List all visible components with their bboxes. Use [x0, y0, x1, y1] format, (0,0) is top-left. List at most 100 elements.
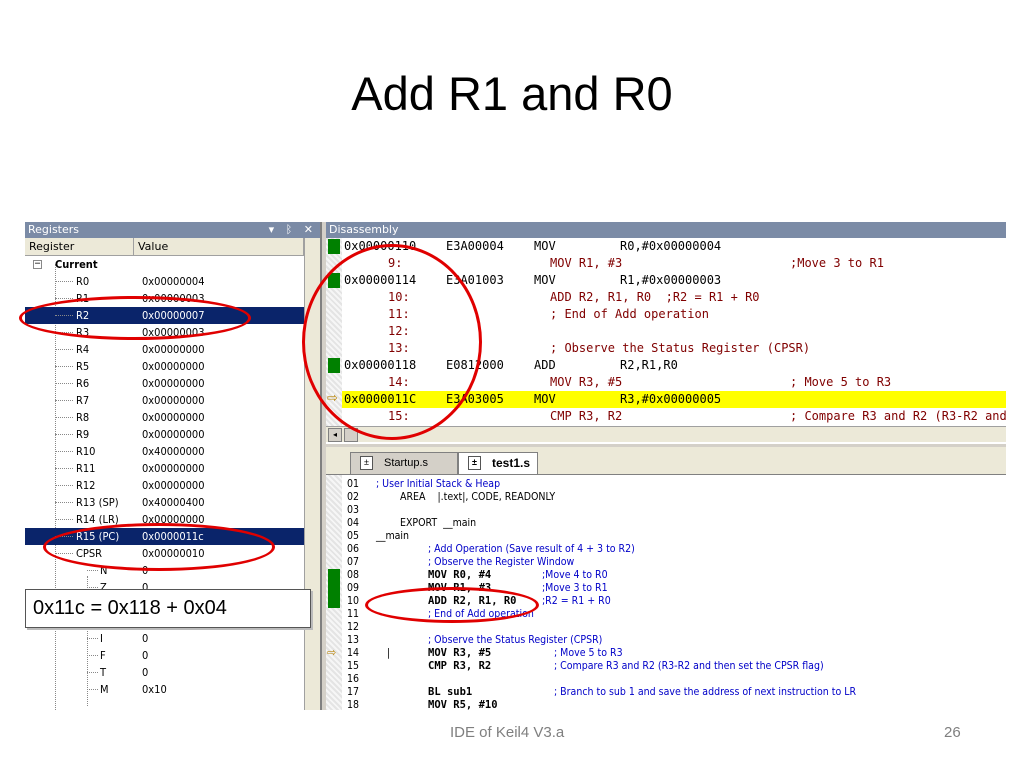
- tree-connector: [55, 366, 73, 367]
- line-number: 03: [347, 504, 360, 516]
- line-number: 09: [347, 582, 360, 594]
- line-number: 01: [347, 478, 360, 490]
- register-value[interactable]: 0x00000000: [142, 477, 205, 494]
- register-row[interactable]: F0: [25, 647, 304, 664]
- register-row[interactable]: R8 0x00000000: [25, 409, 304, 426]
- editor-line[interactable]: 12: [342, 621, 1006, 634]
- footer-text: IDE of Keil4 V3.a: [450, 724, 565, 741]
- register-row[interactable]: R6 0x00000000: [25, 375, 304, 392]
- source-comment: ;Move 3 to R1: [790, 256, 884, 270]
- editor-line[interactable]: 05 __main: [342, 530, 1006, 543]
- register-value[interactable]: 0x00000004: [142, 273, 205, 290]
- register-value[interactable]: 0x00000000: [142, 358, 205, 375]
- register-value[interactable]: 0x00000000: [142, 392, 205, 409]
- register-value[interactable]: 0x40000000: [142, 443, 205, 460]
- executed-marker-icon: [328, 595, 340, 608]
- source-comment: ; Compare R3 and R2 (R3-R2 and t: [790, 409, 1006, 423]
- code-text: __main: [376, 530, 410, 542]
- editor-line[interactable]: 14 MOV R3, #5 ; Move 5 to R3 |: [342, 647, 1006, 660]
- column-value[interactable]: Value: [134, 238, 304, 255]
- source-code: CMP R3, R2: [550, 409, 623, 423]
- code-comment: ; User Initial Stack & Heap: [376, 478, 501, 490]
- line-number: 17: [347, 686, 360, 698]
- register-name: R0: [76, 275, 90, 288]
- line-number: 18: [347, 699, 360, 710]
- register-row[interactable]: R11 0x00000000: [25, 460, 304, 477]
- editor-line[interactable]: 01 ; User Initial Stack & Heap: [342, 478, 1006, 491]
- code-comment: ; Observe the Status Register (CPSR): [428, 634, 603, 646]
- instruction-mnemonic: MOV: [534, 239, 556, 253]
- source-code: ADD R2, R1, R0 ;R2 = R1 + R0: [550, 290, 760, 304]
- tree-connector: [55, 400, 73, 401]
- register-value[interactable]: 0: [142, 664, 148, 681]
- registers-title-bar: Registers ▾ ᛒ ✕: [25, 222, 320, 238]
- tree-connector: [87, 638, 98, 639]
- code-comment: ;R2 = R1 + R0: [542, 595, 611, 607]
- editor-line[interactable]: 06 ; Add Operation (Save result of 4 + 3 …: [342, 543, 1006, 556]
- register-row[interactable]: T0: [25, 664, 304, 681]
- tab-test1[interactable]: ± test1.s: [458, 452, 538, 474]
- annotation-oval-addresses: [302, 244, 482, 440]
- source-code: MOV R3, #5: [550, 375, 623, 389]
- register-row[interactable]: R0 0x00000004: [25, 273, 304, 290]
- register-value[interactable]: 0x10: [142, 681, 167, 698]
- instruction-opcode: E3A00004: [446, 239, 504, 253]
- register-value[interactable]: 0x00000000: [142, 375, 205, 392]
- code-comment: ;Move 3 to R1: [542, 582, 608, 594]
- register-row[interactable]: R7 0x00000000: [25, 392, 304, 409]
- register-row[interactable]: I0: [25, 630, 304, 647]
- register-value[interactable]: 0x00000000: [142, 460, 205, 477]
- source-code: MOV R1, #3: [550, 256, 623, 270]
- line-number: 15: [347, 660, 360, 672]
- tab-startup[interactable]: ± Startup.s: [350, 452, 458, 474]
- annotation-oval-r1-r2: [19, 296, 251, 340]
- register-value[interactable]: 0: [142, 647, 148, 664]
- pane-controls-icon[interactable]: ▾ ᛒ ✕: [269, 222, 317, 238]
- editor-line[interactable]: 16: [342, 673, 1006, 686]
- editor-line[interactable]: 02 AREA |.text|, CODE, READONLY: [342, 491, 1006, 504]
- column-register[interactable]: Register: [25, 238, 134, 255]
- line-number: 14: [347, 647, 360, 659]
- register-row[interactable]: M 0x10: [25, 681, 304, 698]
- registers-title: Registers: [28, 223, 80, 236]
- register-name: F: [100, 649, 106, 662]
- register-value[interactable]: 0x00000000: [142, 341, 205, 358]
- register-value[interactable]: 0x00000000: [142, 409, 205, 426]
- register-row[interactable]: R13 (SP) 0x40000400: [25, 494, 304, 511]
- register-value[interactable]: 0: [142, 630, 148, 647]
- register-row[interactable]: R4 0x00000000: [25, 341, 304, 358]
- editor-line[interactable]: 15 CMP R3, R2 ; Compare R3 and R2 (R3-R2 a…: [342, 660, 1006, 673]
- editor-line[interactable]: 03: [342, 504, 1006, 517]
- register-name: R5: [76, 360, 90, 373]
- tab-label: Startup.s: [384, 457, 429, 469]
- register-value[interactable]: 0x40000400: [142, 494, 205, 511]
- code-comment: ;Move 4 to R0: [542, 569, 608, 581]
- tab-label: test1.s: [492, 456, 531, 470]
- code-comment: ; Branch to sub 1 and save the address o…: [554, 686, 857, 698]
- editor-line[interactable]: 07 ; Observe the Register Window: [342, 556, 1006, 569]
- slide-title: Add R1 and R0: [351, 67, 673, 120]
- instruction-mnemonic: MOV: [534, 273, 556, 287]
- tree-connector: [87, 587, 98, 588]
- editor-line[interactable]: 13 ; Observe the Status Register (CPSR): [342, 634, 1006, 647]
- editor-line[interactable]: 08 MOV R0, #4 ;Move 4 to R0: [342, 569, 1006, 582]
- scroll-left-icon[interactable]: ◂: [328, 428, 342, 442]
- source-code: ; Observe the Status Register (CPSR): [550, 341, 811, 355]
- register-group-current[interactable]: − Current: [25, 256, 304, 273]
- source-code: ; End of Add operation: [550, 307, 709, 321]
- annotation-oval-pc: [43, 523, 275, 571]
- registers-header: Register Value ▲: [25, 238, 320, 256]
- current-line-arrow-icon: ⇨: [327, 646, 337, 659]
- register-row[interactable]: R12 0x00000000: [25, 477, 304, 494]
- register-name: R7: [76, 394, 90, 407]
- register-value[interactable]: 0x00000000: [142, 426, 205, 443]
- editor-line[interactable]: 18 MOV R5, #10: [342, 699, 1006, 710]
- register-row[interactable]: R5 0x00000000: [25, 358, 304, 375]
- register-row[interactable]: R10 0x40000000: [25, 443, 304, 460]
- disassembly-instruction[interactable]: 0x00000110 E3A00004 MOV R0,#0x00000004: [342, 238, 1006, 255]
- editor-line[interactable]: 17 BL sub1 ; Branch to sub 1 and save the …: [342, 686, 1006, 699]
- register-row[interactable]: R9 0x00000000: [25, 426, 304, 443]
- editor-line[interactable]: 04 EXPORT __main: [342, 517, 1006, 530]
- collapse-icon[interactable]: −: [33, 260, 42, 269]
- register-name: I: [100, 632, 103, 645]
